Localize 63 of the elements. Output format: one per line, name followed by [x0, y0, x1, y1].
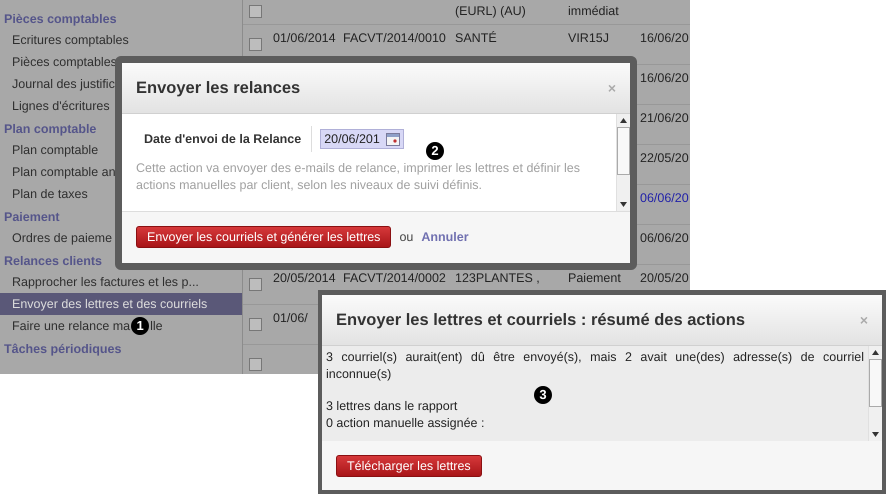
table-cell: 16/06/20 [640, 71, 689, 85]
menu-item[interactable]: Envoyer des lettres et des courriels [0, 293, 242, 315]
table-cell-text: (EURL) (AU) [455, 4, 527, 18]
table-cell: 06/06/20 [640, 191, 689, 205]
summary-text: 3 lettres dans le rapport [326, 398, 458, 415]
send-button[interactable]: Envoyer les courriels et générer les lettres [136, 226, 392, 248]
date-field[interactable]: 20/06/201 [320, 129, 404, 149]
number-badge: 1 [131, 317, 150, 335]
table-cell: 22/05/20 [640, 151, 689, 165]
menu-item[interactable]: Faire une relance ma 1 lle [0, 315, 165, 337]
menu-section-heading: Pièces comptables [4, 12, 117, 26]
number-badge: 3 [534, 386, 552, 404]
scroll-up-arrow-icon[interactable] [872, 350, 879, 355]
table-cell: 20/05/20 [640, 271, 689, 285]
table-cell-text: 123PLANTES , [455, 271, 541, 285]
dialog-title: Envoyer les relances [136, 78, 300, 98]
menu-section-heading: Tâches périodiques [4, 342, 122, 356]
field-label: Date d'envoi de la Relance [136, 126, 312, 152]
table-cell: FACVT/2014/0010 [343, 31, 446, 45]
menu-section-heading: Plan comptable [4, 122, 96, 136]
table-cell: 01/06/2014 [273, 31, 336, 45]
row-checkbox[interactable] [249, 38, 262, 51]
cancel-link[interactable]: Annuler [421, 230, 469, 244]
row-checkbox[interactable] [249, 358, 262, 371]
row-checkbox[interactable] [249, 5, 262, 18]
menu-item[interactable]: Lignes d'écritures [0, 95, 112, 117]
table-cell: 21/06/20 [640, 111, 689, 125]
menu-item[interactable]: Ordres de paieme [0, 227, 114, 249]
menu-section-heading: Paiement [4, 210, 60, 224]
scrollbar[interactable] [868, 346, 882, 441]
dialog-title: Envoyer les lettres et courriels : résumé des actions [336, 310, 746, 330]
table-cell-text: SANTÉ [455, 31, 498, 45]
calendar-icon[interactable] [386, 132, 400, 146]
scrollbar-thumb[interactable] [617, 127, 630, 175]
help-text: Cette action va envoyer des e-mails de relance, imprimer les lettres et définir les actions manuelles par client, selon les niveaux de suivi définis. [136, 160, 581, 194]
menu-item[interactable]: Journal des justific [0, 73, 117, 95]
scroll-up-arrow-icon[interactable] [620, 118, 627, 123]
menu-item[interactable]: Pièces comptables [0, 51, 119, 73]
table-cell: 16/06/20 [640, 31, 689, 45]
scrollbar[interactable] [616, 114, 630, 211]
summary-text: 0 action manuelle assignée : [326, 415, 486, 432]
scrollbar-thumb[interactable] [869, 359, 882, 407]
menu-item[interactable]: Plan de taxes [0, 183, 90, 205]
number-badge: 2 [426, 142, 444, 160]
summary-text: 3 courriel(s) aurait(ent) dû être envoyé(s), mais 2 avait une(des) adresse(s) de courriel inconnue(s) [326, 349, 864, 383]
table-cell: 20/05/2014 [273, 271, 336, 285]
scroll-down-arrow-icon[interactable] [620, 202, 627, 207]
scroll-down-arrow-icon[interactable] [872, 432, 879, 437]
table-cell: 01/06/ [273, 311, 308, 325]
or-text: ou [399, 230, 414, 244]
menu-item[interactable]: Plan comptable [0, 139, 100, 161]
menu-item[interactable]: Rapprocher les factures et les p... [0, 271, 201, 293]
menu-item[interactable]: Plan comptable an [0, 161, 118, 183]
table-cell-text: VIR15J [568, 31, 610, 45]
table-cell: FACVT/2014/0002 [343, 271, 446, 285]
menu-section-heading: Relances clients [4, 254, 102, 268]
table-cell-text: Paiement [568, 271, 622, 285]
table-cell: 06/06/20 [640, 231, 689, 245]
row-checkbox[interactable] [249, 278, 262, 291]
table-cell-text: immédiat [568, 4, 620, 18]
download-button[interactable]: Télécharger les lettres [336, 455, 482, 477]
row-checkbox[interactable] [249, 318, 262, 331]
menu-item[interactable]: Ecritures comptables [0, 29, 131, 51]
